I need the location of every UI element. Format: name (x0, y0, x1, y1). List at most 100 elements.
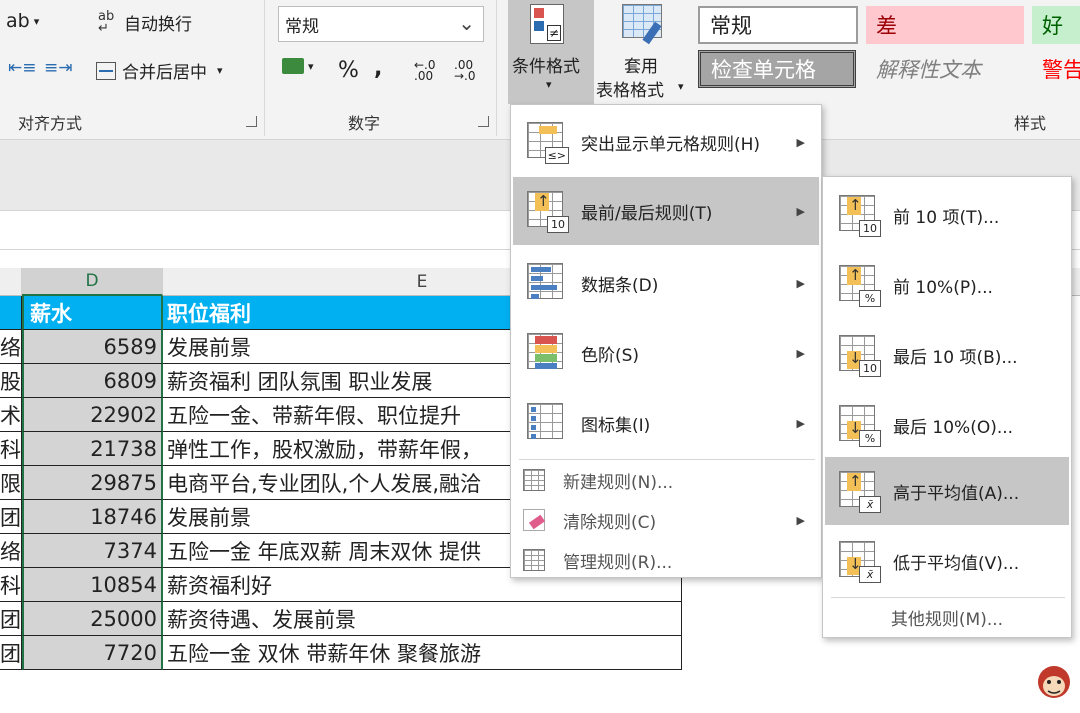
benefits-cell[interactable]: 薪资待遇、发展前景 (163, 602, 682, 636)
menu-item-top-bottom-rules[interactable]: ↑ 10 最前/最后规则(T) ▶ (513, 177, 819, 245)
submenu-arrow-icon: ▶ (796, 135, 805, 149)
color-scales-icon (525, 331, 569, 375)
comma-style-button[interactable]: , (374, 56, 382, 81)
divider (496, 0, 497, 136)
increase-indent-button[interactable]: ≡⇥ (44, 58, 73, 78)
orientation-icon: ab (6, 10, 30, 32)
new-rule-icon (523, 469, 545, 491)
header-cell-c[interactable] (0, 296, 22, 330)
company-cell[interactable]: 限 (0, 466, 22, 500)
company-cell[interactable]: 团 (0, 500, 22, 534)
monkey-logo-icon (1034, 664, 1074, 708)
wrap-text-icon: ab ↵ (98, 8, 115, 36)
salary-cell[interactable]: 29875 (22, 466, 163, 500)
style-check-cell[interactable]: 检查单元格 (698, 50, 856, 88)
submenu-arrow-icon: ▶ (796, 204, 805, 218)
chevron-down-icon: ⌄ (458, 11, 475, 35)
decrease-indent-button[interactable]: ⇤≡ (8, 58, 37, 78)
style-normal[interactable]: 常规 (698, 6, 858, 44)
salary-cell[interactable]: 10854 (22, 568, 163, 602)
submenu-arrow-icon: ▶ (796, 416, 805, 430)
menu-item-data-bars[interactable]: 数据条(D) ▶ (513, 249, 819, 317)
company-cell[interactable]: 络 (0, 330, 22, 364)
decrease-decimal-icon: .00 →.0 (454, 58, 476, 83)
salary-cell[interactable]: 6809 (22, 364, 163, 398)
conditional-formatting-icon: ≠ (530, 4, 564, 44)
style-bad[interactable]: 差 (866, 6, 1024, 44)
submenu-arrow-icon: ▶ (796, 346, 805, 360)
style-explanatory[interactable]: 解释性文本 (866, 50, 1024, 88)
manage-rules-icon (523, 549, 545, 571)
menu-item-icon-sets[interactable]: 图标集(I) ▶ (513, 389, 819, 457)
menu-item-manage-rules[interactable]: 管理规则(R)... (513, 541, 819, 579)
chevron-down-icon: ▾ (546, 78, 552, 91)
increase-decimal-button[interactable]: ←.0.00 (414, 58, 436, 83)
conditional-formatting-menu: ≤> 突出显示单元格规则(H) ▶ ↑ 10 最前/最后规则(T) ▶ 数据条(D… (510, 104, 822, 578)
merge-center-icon (96, 61, 116, 80)
number-launcher-icon[interactable] (478, 116, 489, 127)
currency-icon (282, 58, 304, 74)
salary-cell[interactable]: 6589 (22, 330, 163, 364)
company-cell[interactable]: 科 (0, 432, 22, 466)
wrap-text-button[interactable]: ab ↵ 自动换行 (98, 8, 192, 36)
merge-center-button[interactable]: 合并后居中 ▾ (96, 58, 223, 83)
bottom-percent-icon: ↓% (837, 403, 881, 447)
orientation-button[interactable]: ab ▾ (6, 10, 39, 32)
top-10-icon: ↑ 10 (837, 193, 881, 237)
top-bottom-icon: ↑ 10 (525, 189, 569, 233)
menu-item-color-scales[interactable]: 色阶(S) ▶ (513, 319, 819, 387)
company-cell[interactable]: 团 (0, 636, 22, 670)
company-cell[interactable]: 络 (0, 534, 22, 568)
company-cell[interactable]: 科 (0, 568, 22, 602)
icon-sets-icon (525, 401, 569, 445)
submenu-item-more-rules[interactable]: 其他规则(M)... (825, 599, 1069, 635)
style-warning[interactable]: 警告 (1032, 50, 1080, 88)
conditional-formatting-button[interactable]: ≠ 条件格式 ▾ (508, 0, 594, 104)
number-format-select[interactable]: 常规 ⌄ (278, 6, 484, 42)
top-bottom-submenu: ↑ 10 前 10 项(T)... ↑% 前 10%(P)... ↓ 10 最后 1… (822, 176, 1072, 638)
salary-cell[interactable]: 18746 (22, 500, 163, 534)
bottom-10-icon: ↓ 10 (837, 333, 881, 377)
increase-indent-icon: ≡⇥ (44, 58, 73, 78)
salary-cell[interactable]: 25000 (22, 602, 163, 636)
submenu-item-bottom-10-percent[interactable]: ↓% 最后 10%(O)... (825, 391, 1069, 459)
menu-item-clear-rules[interactable]: 清除规则(C) ▶ (513, 501, 819, 539)
salary-cell[interactable]: 22902 (22, 398, 163, 432)
salary-cell[interactable]: 7374 (22, 534, 163, 568)
submenu-item-top-10-percent[interactable]: ↑% 前 10%(P)... (825, 251, 1069, 319)
decrease-decimal-button[interactable]: .00 →.0 (454, 58, 476, 83)
column-header-d[interactable]: D (22, 268, 163, 296)
submenu-item-top-10[interactable]: ↑ 10 前 10 项(T)... (825, 181, 1069, 249)
menu-divider (831, 597, 1065, 598)
company-cell[interactable]: 团 (0, 602, 22, 636)
format-as-table-button[interactable]: 套用 表格格式 ▾ (596, 0, 688, 104)
submenu-item-bottom-10[interactable]: ↓ 10 最后 10 项(B)... (825, 321, 1069, 389)
number-group-label: 数字 (348, 114, 381, 133)
salary-cell[interactable]: 21738 (22, 432, 163, 466)
increase-decimal-icon: ←.0.00 (414, 58, 436, 83)
submenu-arrow-icon: ▶ (796, 513, 805, 527)
company-cell[interactable]: 术 (0, 398, 22, 432)
header-cell-salary[interactable]: 薪水 (22, 296, 163, 330)
eraser-icon (523, 509, 546, 531)
accounting-format-button[interactable]: ▾ (282, 58, 314, 74)
alignment-launcher-icon[interactable] (246, 116, 257, 127)
chevron-down-icon: ▾ (217, 64, 223, 77)
styles-group-label: 样式 (1014, 114, 1047, 133)
submenu-item-above-average[interactable]: ↑ x̄ 高于平均值(A)... (825, 457, 1069, 525)
top-percent-icon: ↑% (837, 263, 881, 307)
submenu-item-below-average[interactable]: ↓ x̄ 低于平均值(V)... (825, 527, 1069, 595)
alignment-group-label: 对齐方式 (18, 114, 83, 133)
salary-cell[interactable]: 7720 (22, 636, 163, 670)
above-average-icon: ↑ x̄ (837, 469, 881, 513)
highlight-cells-icon: ≤> (525, 120, 569, 164)
percent-style-button[interactable]: % (338, 58, 359, 83)
benefits-cell[interactable]: 五险一金 双休 带薪年休 聚餐旅游 (163, 636, 682, 670)
chevron-down-icon: ▾ (678, 80, 684, 93)
submenu-arrow-icon: ▶ (796, 276, 805, 290)
menu-item-new-rule[interactable]: 新建规则(N)... (513, 461, 819, 499)
company-cell[interactable]: 股 (0, 364, 22, 398)
column-header-c[interactable] (0, 268, 22, 296)
menu-item-highlight-rules[interactable]: ≤> 突出显示单元格规则(H) ▶ (513, 109, 819, 175)
style-good[interactable]: 好 (1032, 6, 1080, 44)
